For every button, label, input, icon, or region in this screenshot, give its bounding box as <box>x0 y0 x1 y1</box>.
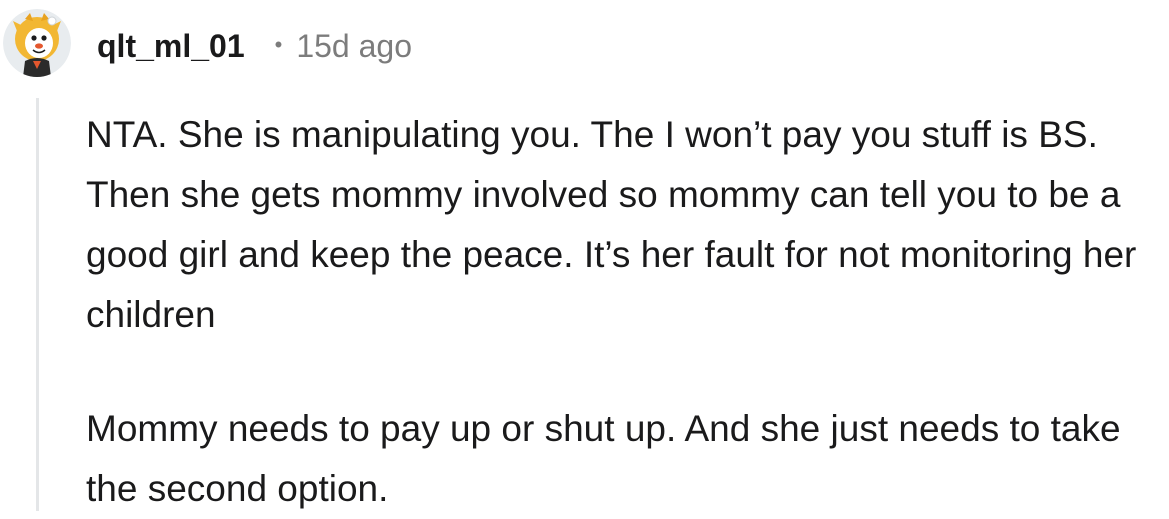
comment-paragraph: Mommy needs to pay up or shut up. And sh… <box>86 408 1121 509</box>
comment: qlt_ml_01 • 15d ago NTA. She is manipula… <box>0 0 1169 511</box>
tiger-avatar-icon <box>3 9 71 77</box>
meta-separator: • <box>274 32 283 57</box>
comment-body: NTA. She is manipulating you. The I won’… <box>86 105 1166 519</box>
username-link[interactable]: qlt_ml_01 <box>97 28 245 65</box>
user-avatar[interactable] <box>3 9 71 77</box>
comment-timestamp[interactable]: 15d ago <box>296 28 412 65</box>
comment-paragraph: NTA. She is manipulating you. The I won’… <box>86 114 1137 335</box>
thread-collapse-line[interactable] <box>36 98 39 511</box>
comment-header: qlt_ml_01 • 15d ago <box>97 24 412 68</box>
